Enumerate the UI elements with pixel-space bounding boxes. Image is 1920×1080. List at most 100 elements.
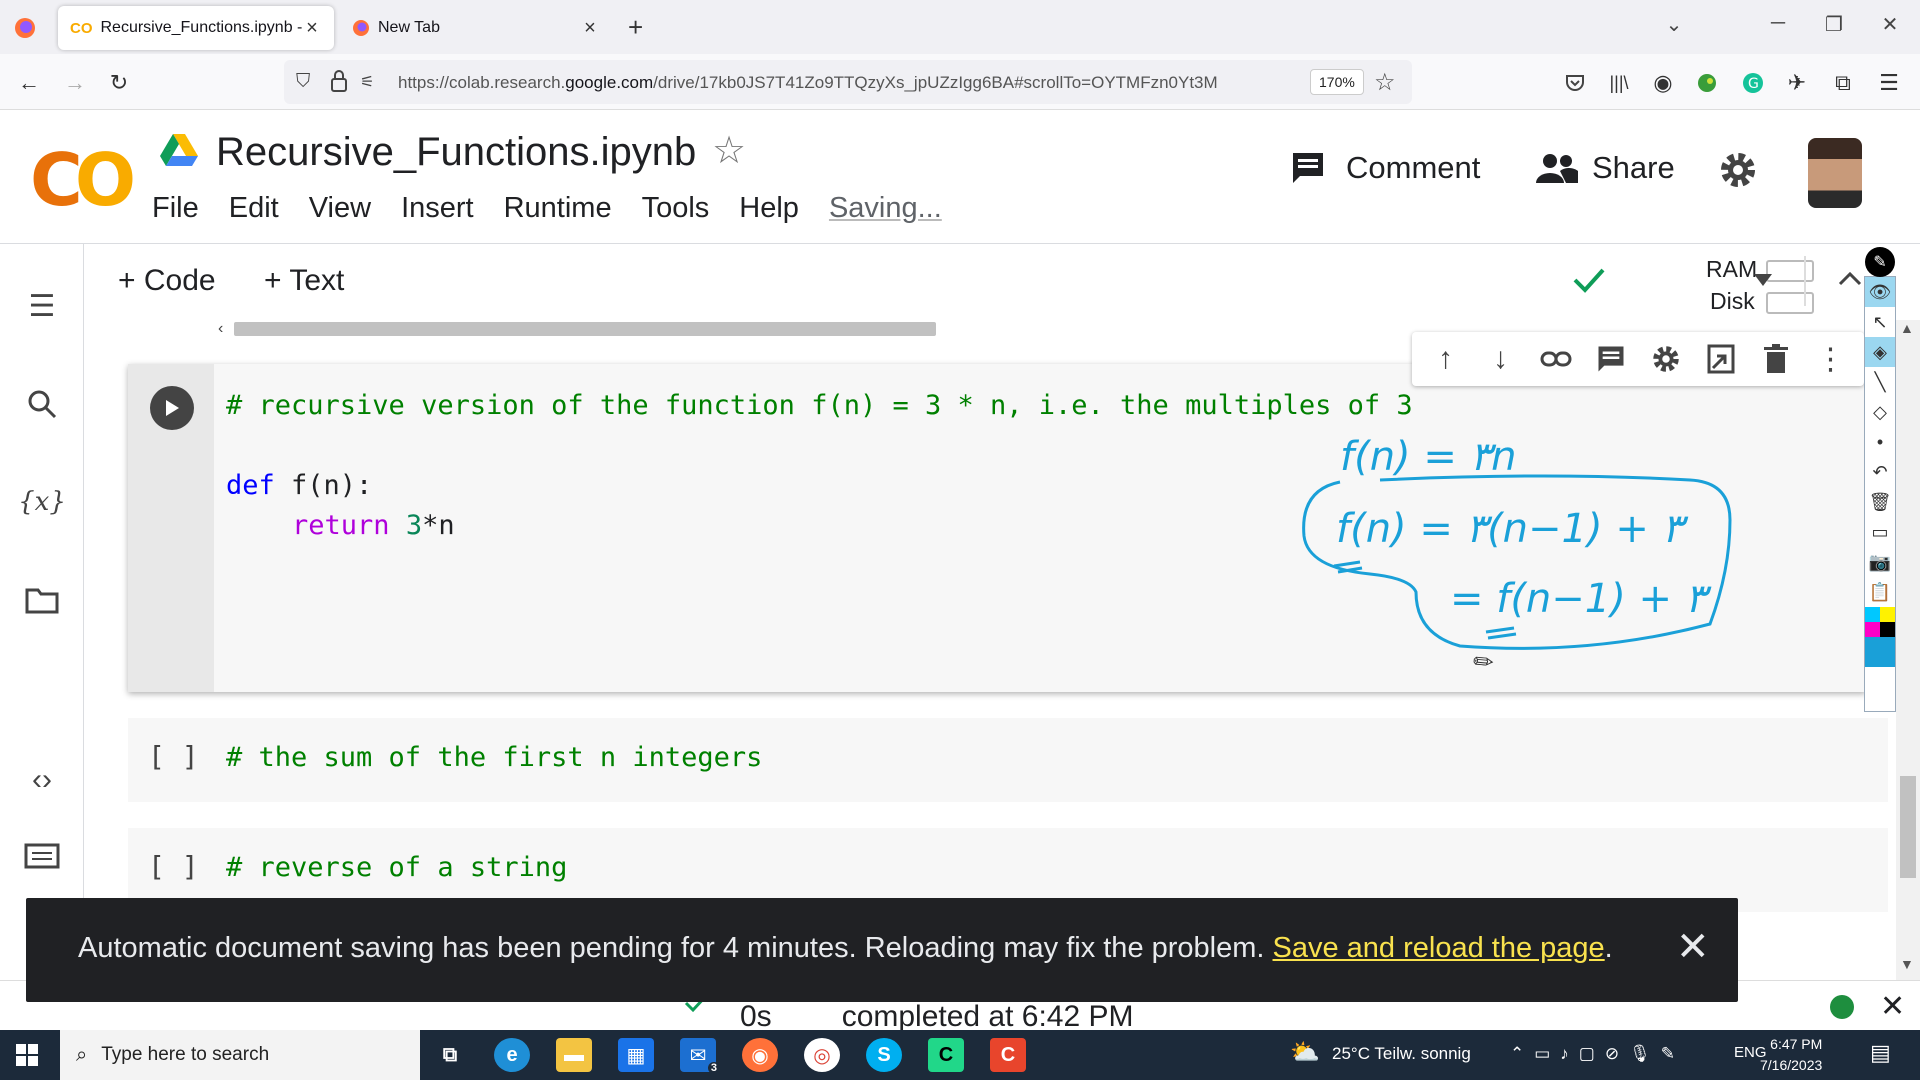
scroll-down-icon[interactable]: ▼ [1900,956,1914,972]
snackbar-close-icon[interactable]: ✕ [1676,924,1710,970]
ram-disk-indicator[interactable]: RAM Disk [1656,252,1846,316]
cell-run-bracket[interactable]: [ ] [148,850,199,883]
tab-new[interactable]: New Tab × [340,6,612,50]
weather-icon[interactable]: ⛅ [1290,1038,1320,1067]
color-swatches[interactable] [1865,607,1895,667]
eraser-icon[interactable]: ◈ [1865,337,1895,367]
vertical-scrollbar[interactable]: ▲ ▼ [1896,320,1920,980]
firefox-taskbar-icon[interactable]: ◉ [742,1038,778,1072]
status-close-icon[interactable]: ✕ [1880,989,1905,1024]
menu-tools[interactable]: Tools [642,192,710,225]
list-all-tabs-icon[interactable]: ⌄ [1654,12,1694,37]
menu-insert[interactable]: Insert [401,192,474,225]
code-cell-sum[interactable]: [ ] # the sum of the first n integers [128,718,1888,802]
share-button[interactable]: Share [1536,150,1675,186]
restore-icon[interactable]: ❐ [1814,12,1854,37]
scrollbar-thumb[interactable] [1900,776,1916,878]
mirror-cell-icon[interactable] [1703,341,1739,377]
pen-logo-icon[interactable]: ✎ [1865,247,1895,277]
delete-trash-icon[interactable] [1758,341,1794,377]
url-bar[interactable]: ⛉ ⚟ https://colab.research.google.com/dr… [284,60,1412,104]
highlighter-icon[interactable]: ◇ [1865,397,1895,427]
more-options-icon[interactable]: ⋮ [1813,341,1849,377]
trash-icon[interactable]: 🗑 [1865,487,1895,517]
files-folder-icon[interactable] [22,580,62,620]
tab-close-icon[interactable]: × [302,17,322,40]
swatch-yellow[interactable] [1880,607,1895,622]
swatch-cyan[interactable] [1865,607,1880,622]
weather-text[interactable]: 25°C Teilw. sonnig [1332,1044,1471,1064]
edge-icon[interactable]: e [494,1038,530,1072]
task-view-icon[interactable]: ⧉ [432,1038,468,1072]
taskbar-clock[interactable]: 6:47 PM 7/16/2023 [1760,1034,1822,1076]
swatch-blue-selected[interactable] [1865,637,1895,667]
extensions-icon[interactable]: ⧉ [1828,68,1858,98]
extension-chameleon-icon[interactable] [1692,68,1722,98]
comment-icon[interactable] [1593,341,1629,377]
tab-colab[interactable]: CO Recursive_Functions.ipynb - Col × [58,6,334,50]
saving-status[interactable]: Saving... [829,192,942,225]
skype-icon[interactable]: S [866,1038,902,1072]
forward-icon[interactable]: → [60,68,90,98]
file-explorer-icon[interactable]: ▬ [556,1038,592,1072]
move-cell-up-icon[interactable]: ↑ [1428,341,1464,377]
dot-icon[interactable]: • [1865,427,1895,457]
colab-logo[interactable]: CO [30,138,136,222]
mail-icon[interactable]: ✉ 3 [680,1038,720,1074]
collapse-header-icon[interactable] [1838,270,1862,286]
scroll-left-icon[interactable]: ‹ [218,320,223,338]
camtasia-red-icon[interactable]: C [990,1038,1026,1072]
shield-icon[interactable]: ⛉ [296,71,310,93]
undo-icon[interactable]: ↶ [1865,457,1895,487]
table-of-contents-icon[interactable]: ☰ [22,286,62,326]
url-text[interactable]: https://colab.research.google.com/drive/… [398,73,1218,93]
pen-icon[interactable]: ╲ [1865,367,1895,397]
minimize-icon[interactable]: ─ [1758,12,1798,35]
cell-run-bracket[interactable]: [ ] [148,740,199,773]
reload-icon[interactable]: ↻ [104,68,134,98]
clipboard-icon[interactable]: 📋 [1865,577,1895,607]
swatch-black[interactable] [1880,622,1895,637]
save-reload-link[interactable]: Save and reload the page [1273,932,1605,964]
search-icon[interactable] [22,384,62,424]
comment-button[interactable]: Comment [1290,150,1480,186]
tab-close-icon[interactable]: × [580,17,600,40]
zoom-level[interactable]: 170% [1310,69,1364,95]
variables-icon[interactable]: {x} [18,482,66,522]
menu-edit[interactable]: Edit [229,192,279,225]
library-icon[interactable]: |||\ [1604,68,1634,98]
menu-file[interactable]: File [152,192,199,225]
board-icon[interactable]: ▭ [1865,517,1895,547]
windows-start-icon[interactable] [16,1044,38,1066]
store-icon[interactable]: ▦ [618,1038,654,1072]
permissions-icon[interactable]: ⚟ [360,72,374,92]
camera-icon[interactable]: 📷 [1865,547,1895,577]
notifications-icon[interactable]: ▤ [1870,1040,1891,1066]
swatch-magenta[interactable] [1865,622,1880,637]
star-icon[interactable]: ☆ [712,128,746,173]
run-cell-button[interactable] [150,386,194,430]
grammarly-icon[interactable]: G [1738,68,1768,98]
taskbar-search[interactable]: ⌕ Type here to search [60,1030,420,1080]
eye-icon[interactable]: 👁 [1865,277,1895,307]
camtasia-green-icon[interactable]: C [928,1038,964,1072]
user-avatar[interactable] [1808,138,1862,208]
scroll-up-icon[interactable]: ▲ [1900,320,1914,336]
close-window-icon[interactable]: ✕ [1870,12,1910,37]
menu-help[interactable]: Help [739,192,799,225]
account-icon[interactable]: ◉ [1648,68,1678,98]
hamburger-menu-icon[interactable]: ☰ [1874,68,1904,98]
pointer-icon[interactable]: ↖ [1865,307,1895,337]
horizontal-scrollbar[interactable] [234,322,936,336]
pin-icon[interactable]: ✈ [1782,68,1812,98]
menu-runtime[interactable]: Runtime [504,192,612,225]
settings-gear-icon[interactable] [1718,150,1758,190]
firefox-menu-icon[interactable] [8,14,42,42]
runtime-dropdown-icon[interactable] [1754,274,1772,286]
pocket-icon[interactable] [1560,68,1590,98]
code-snippets-icon[interactable]: ‹› [22,760,62,800]
add-text-button[interactable]: + Text [264,264,344,298]
bookmark-star-icon[interactable]: ☆ [1374,68,1396,97]
menu-view[interactable]: View [309,192,371,225]
new-tab-icon[interactable]: + [628,12,643,43]
